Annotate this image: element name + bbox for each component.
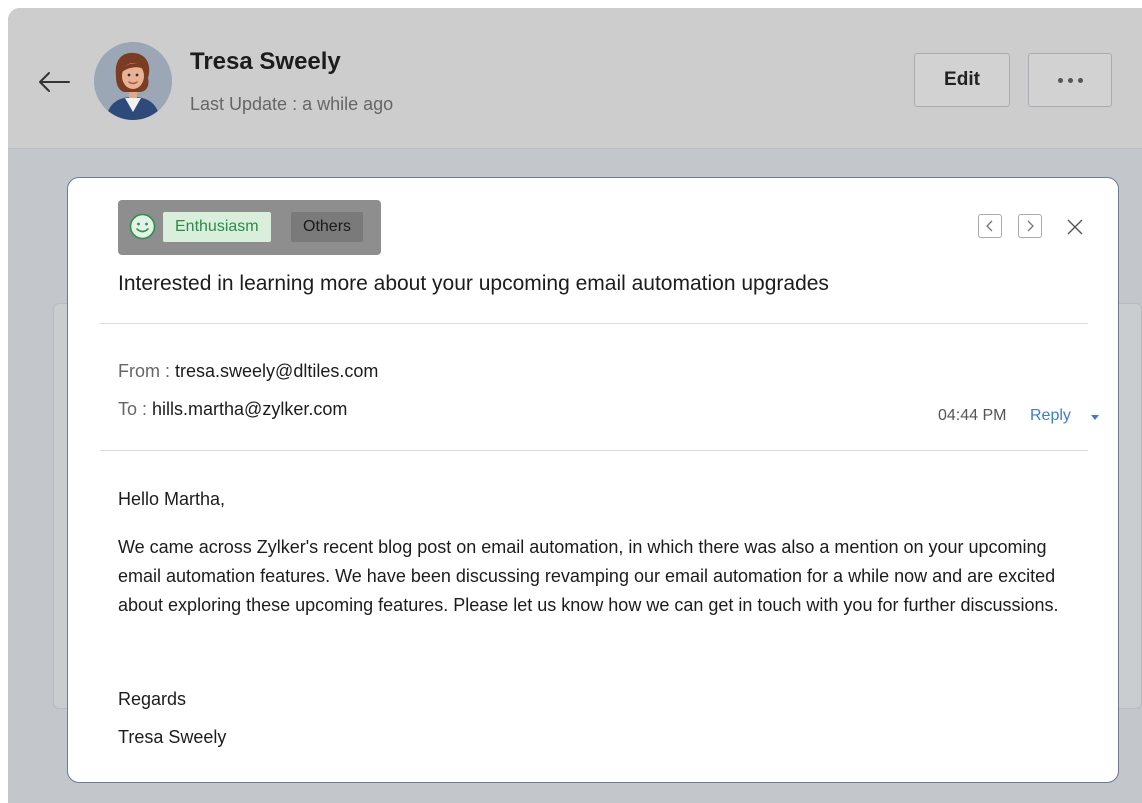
contact-header: Tresa Sweely Last Update : a while ago E… <box>8 8 1142 149</box>
more-options-button[interactable] <box>1028 53 1112 107</box>
contact-name: Tresa Sweely <box>190 48 341 75</box>
email-greeting: Hello Martha, <box>118 489 226 509</box>
category-tag[interactable]: Others <box>291 212 364 242</box>
caret-down-icon[interactable] <box>1088 410 1102 424</box>
next-email-button[interactable] <box>1018 214 1042 238</box>
email-subject: Interested in learning more about your u… <box>118 272 829 295</box>
email-signature: Tresa Sweely <box>118 727 227 747</box>
more-horizontal-icon <box>1057 77 1083 83</box>
sentiment-tag[interactable]: Enthusiasm <box>163 212 271 242</box>
from-address[interactable]: tresa.sweely@dltiles.com <box>175 361 378 381</box>
avatar <box>94 42 172 120</box>
divider <box>100 323 1088 324</box>
email-time: 04:44 PM <box>938 407 1007 424</box>
close-button[interactable] <box>1062 214 1088 240</box>
email-detail-card: Enthusiasm Others Interested in learning… <box>67 177 1119 783</box>
previous-email-button[interactable] <box>978 214 1002 238</box>
divider <box>100 450 1088 451</box>
from-label: From : <box>118 361 170 381</box>
arrow-left-icon <box>39 72 70 92</box>
reply-link[interactable]: Reply <box>1030 407 1071 425</box>
email-closing: Regards <box>118 689 187 709</box>
contact-view: Tresa Sweely Last Update : a while ago E… <box>8 8 1142 803</box>
chevron-left-icon <box>986 220 993 232</box>
last-update-text: Last Update : a while ago <box>190 94 394 114</box>
smiley-icon <box>129 213 156 240</box>
chevron-right-icon <box>1027 220 1034 232</box>
to-row: To : hills.martha@zylker.com <box>118 399 347 420</box>
to-label: To : <box>118 399 148 419</box>
back-button[interactable] <box>34 64 74 100</box>
email-body-paragraph: We came across Zylker's recent blog post… <box>118 537 1059 615</box>
to-address[interactable]: hills.martha@zylker.com <box>152 399 347 419</box>
from-row: From : tresa.sweely@dltiles.com <box>118 361 378 382</box>
close-icon <box>1067 219 1083 235</box>
email-tag-bar: Enthusiasm Others <box>118 200 381 255</box>
edit-button[interactable]: Edit <box>914 53 1010 107</box>
